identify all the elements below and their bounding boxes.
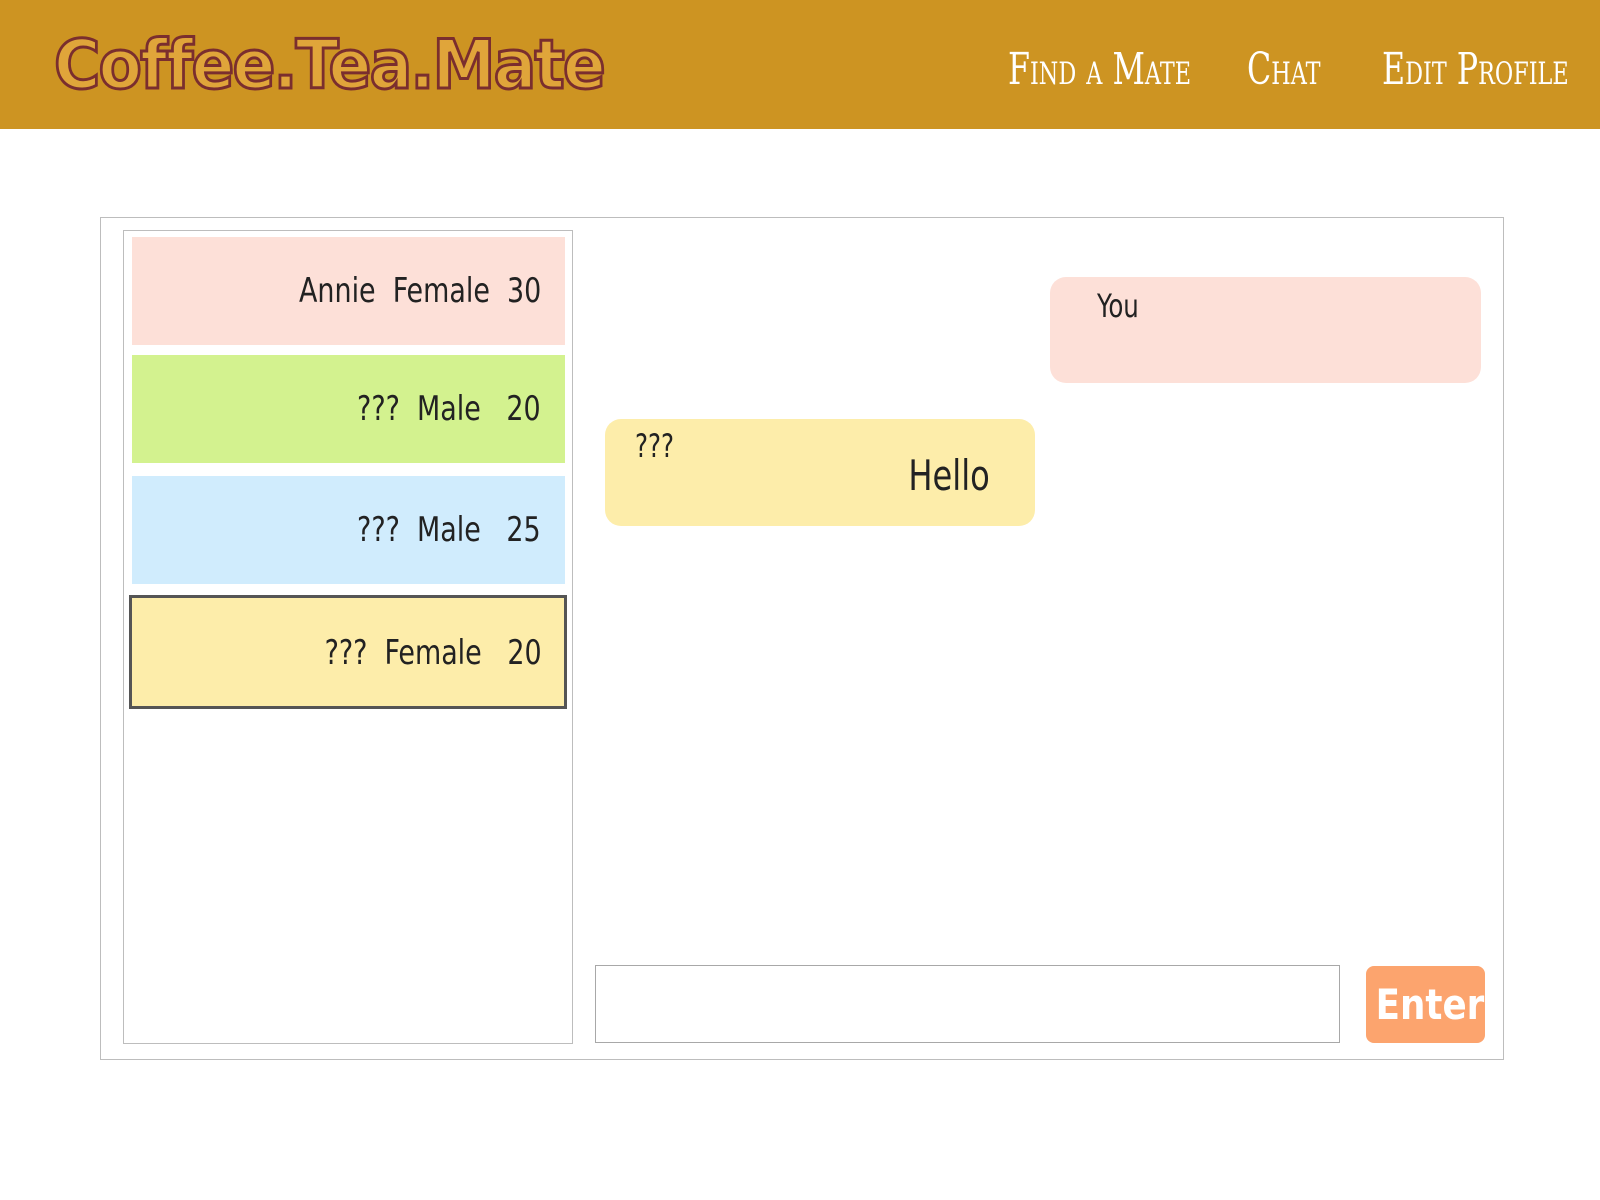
message-sender: ??? — [635, 427, 674, 465]
nav-chat[interactable]: Chat — [1247, 44, 1320, 95]
mate-list-item[interactable]: ??? Male 20 — [132, 355, 565, 463]
chat-message-input[interactable] — [595, 965, 1340, 1043]
message-bubble-you: You — [1050, 277, 1481, 383]
mate-list-item[interactable]: Annie Female 30 — [132, 237, 565, 345]
mate-label: ??? Male 25 — [357, 510, 541, 550]
enter-button[interactable]: Enter — [1366, 966, 1485, 1043]
mate-list-item-selected[interactable]: ??? Female 20 — [129, 595, 567, 709]
mate-label: Annie Female 30 — [298, 271, 541, 311]
mate-label: ??? Female 20 — [324, 633, 542, 673]
message-bubble-other: ??? Hello — [605, 419, 1035, 526]
brand-logo[interactable]: Coffee.Tea.Mate — [53, 25, 607, 107]
enter-button-label: Enter — [1375, 980, 1485, 1029]
message-sender: You — [1097, 287, 1139, 325]
mate-list-item[interactable]: ??? Male 25 — [132, 476, 565, 584]
nav-find-a-mate[interactable]: Find a Mate — [1008, 44, 1191, 95]
message-text: Hello — [908, 451, 990, 500]
mate-label: ??? Male 20 — [357, 389, 541, 429]
nav-edit-profile[interactable]: Edit Profile — [1382, 44, 1569, 95]
top-navbar: Coffee.Tea.Mate Find a Mate Chat Edit Pr… — [0, 0, 1600, 129]
